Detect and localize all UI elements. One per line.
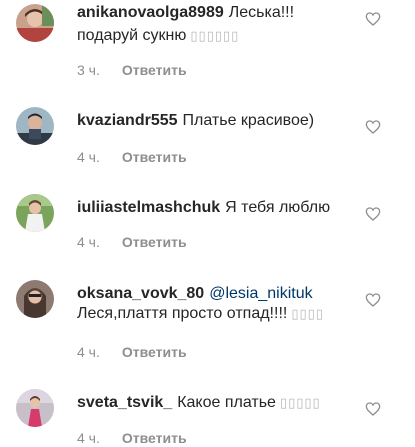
reply-button[interactable]: Ответить: [122, 234, 187, 250]
avatar[interactable]: [16, 4, 54, 42]
comment-username[interactable]: iuliiastelmashchuk: [77, 199, 220, 216]
reply-button[interactable]: Ответить: [122, 430, 187, 446]
comment-meta: 4 ч. Ответить: [77, 429, 187, 447]
mention-link[interactable]: @lesia_nikituk: [209, 285, 312, 302]
comment-body: sveta_tsvik_ Какое платье ▯▯▯▯▯: [77, 391, 365, 414]
reply-button[interactable]: Ответить: [122, 344, 187, 360]
reply-button[interactable]: Ответить: [122, 149, 187, 165]
emoji-placeholder: ▯▯▯▯▯: [279, 395, 321, 410]
comment-meta: 4 ч. Ответить: [77, 148, 187, 166]
comment-meta: 4 ч. Ответить: [77, 343, 187, 361]
comment-time[interactable]: 4 ч.: [77, 148, 100, 166]
comment-body: kvaziandr555 Платье красивое): [77, 109, 365, 132]
comment-time[interactable]: 3 ч.: [77, 61, 100, 79]
emoji-placeholder: ▯▯▯▯▯▯: [190, 28, 240, 43]
like-heart-icon[interactable]: [365, 119, 381, 135]
comment-time[interactable]: 4 ч.: [77, 233, 100, 251]
comment-time[interactable]: 4 ч.: [77, 343, 100, 361]
like-heart-icon[interactable]: [365, 401, 381, 417]
comment-body-line2: подаруй сукню ▯▯▯▯▯▯: [77, 24, 365, 47]
comment-text: Платье красивое): [182, 112, 315, 129]
comment-text: Какое платье: [177, 394, 276, 411]
comment-text: Леська!!!: [228, 4, 295, 21]
avatar[interactable]: [16, 389, 54, 427]
comment-username[interactable]: anikanovaolga8989: [77, 4, 224, 21]
like-heart-icon[interactable]: [365, 292, 381, 308]
comment-username[interactable]: oksana_vovk_80: [77, 285, 204, 302]
avatar[interactable]: [16, 194, 54, 232]
comment-username[interactable]: kvaziandr555: [77, 112, 178, 129]
like-heart-icon[interactable]: [365, 11, 381, 27]
avatar[interactable]: [16, 107, 54, 145]
comment-body: anikanovaolga8989 Леська!!!: [77, 1, 365, 24]
reply-button[interactable]: Ответить: [122, 62, 187, 78]
like-heart-icon[interactable]: [365, 206, 381, 222]
avatar[interactable]: [16, 280, 54, 318]
comment-meta: 3 ч. Ответить: [77, 61, 187, 79]
comment-text: подаруй сукню: [77, 27, 187, 44]
comment-text: Я тебя люблю: [225, 199, 331, 216]
comment-meta: 4 ч. Ответить: [77, 233, 187, 251]
comments-list: anikanovaolga8989 Леська!!! подаруй сукню…: [0, 0, 415, 447]
emoji-placeholder: ▯▯▯▯: [291, 306, 324, 321]
comment-body-line2: Леся,плаття просто отпад!!!! ▯▯▯▯: [77, 302, 365, 325]
comment-text: Леся,плаття просто отпад!!!!: [77, 305, 288, 322]
comment-time[interactable]: 4 ч.: [77, 429, 100, 447]
comment-body: iuliiastelmashchuk Я тебя люблю: [77, 196, 365, 219]
comment-username[interactable]: sveta_tsvik_: [77, 394, 172, 411]
